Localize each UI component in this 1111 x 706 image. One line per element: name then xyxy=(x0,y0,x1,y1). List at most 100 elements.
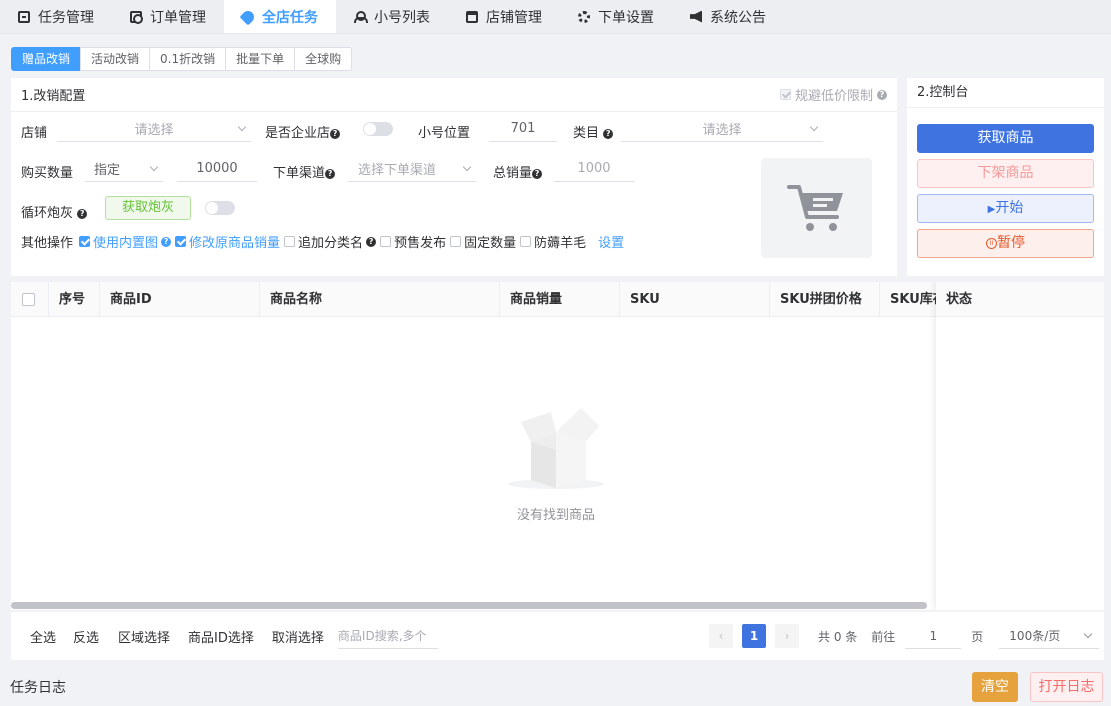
page-unit-label: 页 xyxy=(971,629,984,644)
page-size-select[interactable]: 100条/页 xyxy=(999,623,1100,649)
clear-log-button[interactable]: 清空 xyxy=(972,672,1018,702)
tab-task-management[interactable]: 任务管理 xyxy=(0,0,112,33)
help-icon: ? xyxy=(366,236,377,247)
buy-qty-input[interactable]: 10000 xyxy=(177,156,257,182)
account-position-value: 701 xyxy=(510,121,536,136)
settings-link[interactable]: 设置 xyxy=(598,232,624,251)
checkbox[interactable] xyxy=(175,236,187,247)
loop-label-text: 循环炮灰 xyxy=(21,206,74,221)
col-sku-stock: SKU库存 xyxy=(880,282,940,317)
range-select-button[interactable]: 区域选择 xyxy=(118,627,170,646)
tag-icon xyxy=(239,8,257,25)
tab-account-list[interactable]: 小号列表 xyxy=(336,0,448,33)
delist-goods-button[interactable]: 下架商品 xyxy=(917,159,1094,188)
option-fixed-qty[interactable]: 固定数量 xyxy=(450,232,516,251)
empty-box-icon xyxy=(508,408,604,489)
tab-store-tasks[interactable]: 全店任务 xyxy=(224,0,336,33)
avoid-low-price-option[interactable]: 规避低价限制 ? xyxy=(779,85,887,104)
id-select-button[interactable]: 商品ID选择 xyxy=(188,627,254,646)
start-label: 开始 xyxy=(995,200,1024,216)
checkbox[interactable] xyxy=(450,236,462,247)
option-presale[interactable]: 预售发布 xyxy=(380,232,446,251)
option-anti-abuse[interactable]: 防薅羊毛 xyxy=(520,232,586,251)
help-icon: ? xyxy=(877,89,887,100)
col-status: 状态 xyxy=(936,282,1104,317)
help-icon: ? xyxy=(330,128,341,139)
chevron-down-icon xyxy=(462,162,472,172)
option-label: 防薅羊毛 xyxy=(534,236,587,251)
option-label: 修改原商品销量 xyxy=(189,236,281,251)
other-ops-row: 其他操作 使用内置图? 修改原商品销量 追加分类名? 预售发布 固定数量 防薅羊… xyxy=(21,232,624,251)
config-title: 1.改销配置 xyxy=(21,89,86,104)
empty-state: 没有找到商品 xyxy=(481,392,631,523)
cancel-select-button[interactable]: 取消选择 xyxy=(272,627,324,646)
horizontal-scrollbar[interactable] xyxy=(11,602,927,609)
col-index: 序号 xyxy=(49,282,100,317)
page-number-current[interactable]: 1 xyxy=(742,624,766,648)
header-checkbox[interactable] xyxy=(22,293,35,306)
option-label: 追加分类名 xyxy=(298,236,364,251)
tab-order-management[interactable]: 订单管理 xyxy=(112,0,224,33)
category-label: 类目 ? xyxy=(573,122,614,141)
category-select-placeholder: 请选择 xyxy=(702,123,742,138)
option-modify-sales[interactable]: 修改原商品销量 xyxy=(175,232,280,251)
shop-select[interactable]: 请选择 xyxy=(57,116,251,142)
config-panel: 1.改销配置 规避低价限制 ? 店铺 请选择 是否企业店? 小号位置 701 类… xyxy=(11,78,897,276)
pause-button[interactable]: II 暂停 xyxy=(917,229,1094,258)
goods-id-search-input[interactable]: 商品ID搜索,多个 xyxy=(337,623,438,649)
goods-table: 序号 商品ID 商品名称 商品销量 SKU SKU拼团价格 SKU库存 状态 没… xyxy=(11,282,1104,610)
users-icon xyxy=(354,10,368,23)
get-goods-button[interactable]: 获取商品 xyxy=(917,124,1094,153)
buy-qty-mode-select[interactable]: 指定 xyxy=(85,156,163,182)
checkbox[interactable] xyxy=(520,236,532,247)
checkbox[interactable] xyxy=(79,236,91,247)
loop-switch[interactable] xyxy=(205,201,235,215)
channel-select[interactable]: 选择下单渠道 xyxy=(348,156,476,182)
page-size-value: 100条/页 xyxy=(1009,629,1061,643)
account-position-input[interactable]: 701 xyxy=(489,116,557,142)
category-select[interactable]: 请选择 xyxy=(621,116,823,142)
option-append-category[interactable]: 追加分类名? xyxy=(284,232,377,251)
buy-qty-mode-value: 指定 xyxy=(94,163,121,178)
help-icon: ? xyxy=(77,208,88,219)
enterprise-label: 是否企业店? xyxy=(265,122,341,141)
chevron-down-icon xyxy=(809,122,819,132)
open-log-button[interactable]: 打开日志 xyxy=(1030,672,1103,702)
total-sales-input[interactable]: 1000 xyxy=(554,156,634,182)
enterprise-label-text: 是否企业店 xyxy=(265,126,331,141)
prev-page-button[interactable]: ‹ xyxy=(709,624,733,648)
account-position-label: 小号位置 xyxy=(418,126,471,141)
tab-announcements[interactable]: 系统公告 xyxy=(672,0,784,33)
checkbox[interactable] xyxy=(284,236,296,247)
col-goods-name: 商品名称 xyxy=(260,282,500,317)
tab-order-settings[interactable]: 下单设置 xyxy=(560,0,672,33)
col-goods-sales: 商品销量 xyxy=(500,282,620,317)
goto-page-input[interactable]: 1 xyxy=(905,623,962,649)
subtab-activity-resale[interactable]: 活动改销 xyxy=(80,47,151,71)
start-button[interactable]: ▶开始 xyxy=(917,194,1094,223)
get-cannon-button[interactable]: 获取炮灰 xyxy=(105,196,192,220)
next-page-button[interactable]: › xyxy=(775,624,799,648)
tab-label: 下单设置 xyxy=(598,9,654,26)
enterprise-switch[interactable] xyxy=(363,122,393,136)
subtab-global-buy[interactable]: 全球购 xyxy=(294,47,353,71)
goto-label: 前往 xyxy=(871,629,896,644)
tab-label: 小号列表 xyxy=(374,9,430,26)
help-icon: ? xyxy=(161,236,172,247)
tab-label: 任务管理 xyxy=(38,9,94,26)
select-all-checkbox-cell[interactable] xyxy=(11,282,49,317)
chevron-down-icon xyxy=(1084,629,1093,639)
total-sales-placeholder: 1000 xyxy=(577,161,611,176)
checkbox[interactable] xyxy=(380,236,392,247)
subtab-batch-order[interactable]: 批量下单 xyxy=(225,47,296,71)
option-use-builtin-image[interactable]: 使用内置图? xyxy=(79,232,172,251)
subtab-gift-resale[interactable]: 赠品改销 xyxy=(11,47,82,71)
subtab-discount-resale[interactable]: 0.1折改销 xyxy=(149,47,227,71)
tab-label: 系统公告 xyxy=(710,9,766,26)
avoid-low-price-checkbox[interactable] xyxy=(779,89,791,100)
invert-select-button[interactable]: 反选 xyxy=(73,627,99,646)
channel-select-placeholder: 选择下单渠道 xyxy=(358,163,437,178)
select-all-button[interactable]: 全选 xyxy=(30,627,56,646)
tab-shop-management[interactable]: 店铺管理 xyxy=(448,0,560,33)
config-header: 1.改销配置 规避低价限制 ? xyxy=(11,78,897,112)
